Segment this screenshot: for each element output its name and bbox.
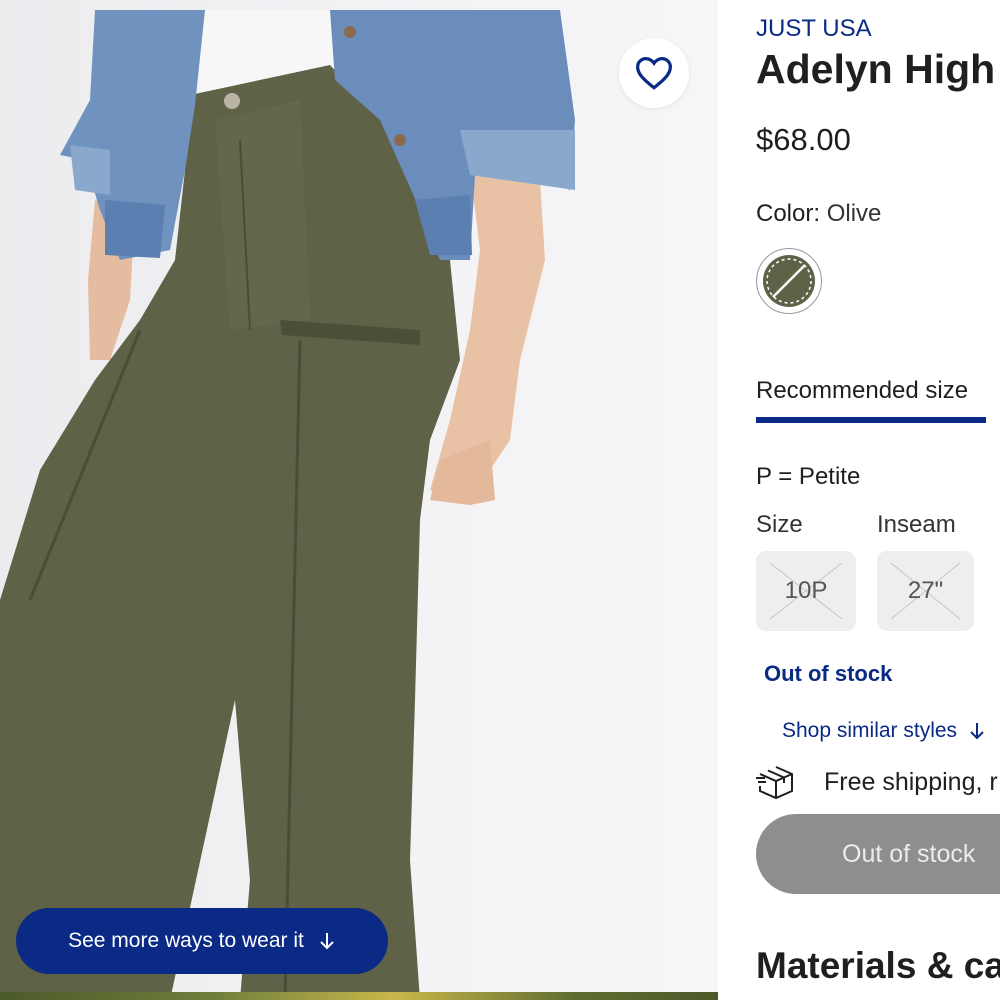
tab-recommended-size[interactable]: Recommended size xyxy=(756,377,968,405)
wishlist-button[interactable] xyxy=(619,38,689,108)
arrow-down-icon xyxy=(970,723,984,740)
grass-strip xyxy=(0,992,718,1000)
color-value: Olive xyxy=(826,200,882,227)
unavailable-swatch-icon xyxy=(763,255,815,307)
box-shipping-icon xyxy=(756,766,793,800)
color-selection-label: Color: Olive xyxy=(756,200,881,228)
availability-status: Out of stock xyxy=(764,661,893,686)
product-title: Adelyn High xyxy=(756,46,996,92)
active-tab-indicator xyxy=(756,417,986,423)
product-image[interactable]: See more ways to wear it xyxy=(0,0,718,1000)
inseam-option-27[interactable]: 27" xyxy=(877,551,974,631)
product-details-panel: JUST USA Adelyn High $68.00 Color: Olive… xyxy=(718,0,1000,1000)
shipping-text: Free shipping, r xyxy=(824,767,998,796)
inseam-label: Inseam xyxy=(877,511,956,538)
shipping-info: Free shipping, r xyxy=(756,762,998,802)
color-swatch-olive[interactable] xyxy=(756,248,822,314)
size-option-label: 10P xyxy=(784,577,828,604)
product-price: $68.00 xyxy=(756,122,851,157)
inseam-option-label: 27" xyxy=(907,577,944,604)
color-label: Color: xyxy=(756,200,821,227)
materials-care-heading[interactable]: Materials & car xyxy=(756,945,1000,987)
heart-icon xyxy=(635,56,673,90)
petite-legend: P = Petite xyxy=(756,463,860,491)
primary-button-label: Out of stock xyxy=(842,839,976,868)
brand-link[interactable]: JUST USA xyxy=(756,15,872,43)
add-to-bag-button-disabled[interactable]: Out of stock xyxy=(756,814,1000,894)
see-more-ways-button[interactable]: See more ways to wear it xyxy=(16,908,388,974)
product-photo-illustration xyxy=(0,10,575,1000)
petite-key: P xyxy=(756,463,772,490)
size-option-10p[interactable]: 10P xyxy=(756,551,856,631)
petite-note: = Petite xyxy=(771,463,861,490)
size-label: Size xyxy=(756,511,803,538)
shop-similar-label: Shop similar styles xyxy=(782,719,958,742)
arrow-down-icon xyxy=(318,931,336,951)
see-more-ways-label: See more ways to wear it xyxy=(68,929,304,952)
shop-similar-styles-link[interactable]: Shop similar styles xyxy=(782,719,985,743)
